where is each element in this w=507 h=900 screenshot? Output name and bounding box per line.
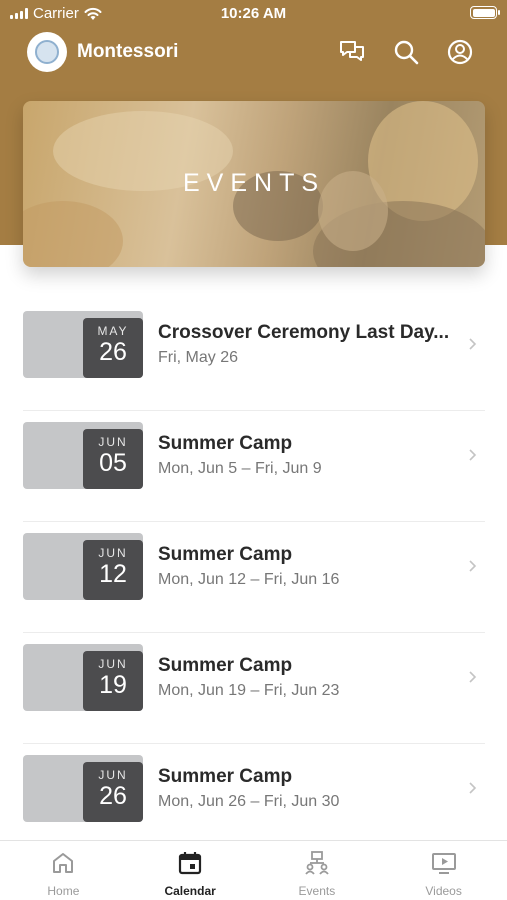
event-date: Mon, Jun 19 – Fri, Jun 23 (158, 682, 340, 699)
date-month: JUN (98, 546, 128, 560)
date-badge: JUN 19 (83, 651, 143, 711)
banner-title: EVENTS (182, 169, 326, 197)
tab-label: Events (298, 884, 336, 898)
date-badge: JUN 05 (83, 429, 143, 489)
chevron-right-icon (469, 782, 477, 794)
tab-videos[interactable]: Videos (380, 841, 507, 900)
tab-calendar[interactable]: Calendar (127, 841, 254, 900)
status-bar: Carrier 10:26 AM (0, 0, 507, 30)
tab-events[interactable]: Events (254, 841, 381, 900)
event-item[interactable]: JUN 12 Summer Camp Mon, Jun 12 – Fri, Ju… (23, 522, 485, 633)
tab-bar: Home Calendar Events Videos (0, 840, 507, 900)
calendar-icon (179, 852, 202, 875)
date-month: MAY (97, 324, 129, 338)
event-item[interactable]: MAY 26 Crossover Ceremony Last Day... Fr… (23, 300, 485, 411)
event-title: Summer Camp (158, 655, 293, 676)
event-thumbnail: JUN 19 (23, 644, 143, 711)
tab-home[interactable]: Home (0, 841, 127, 900)
event-title: Summer Camp (158, 433, 293, 454)
tab-label: Calendar (164, 884, 216, 898)
event-date: Mon, Jun 12 – Fri, Jun 16 (158, 571, 340, 588)
event-thumbnail: JUN 05 (23, 422, 143, 489)
date-day: 19 (99, 671, 127, 699)
school-logo[interactable] (27, 32, 67, 72)
date-badge: JUN 26 (83, 762, 143, 822)
videos-icon (431, 853, 456, 874)
event-title: Summer Camp (158, 766, 293, 787)
date-month: JUN (98, 435, 128, 449)
chevron-right-icon (469, 449, 477, 461)
app-title: Montessori (77, 41, 179, 62)
event-title: Summer Camp (158, 544, 293, 565)
date-badge: JUN 12 (83, 540, 143, 600)
tab-label: Videos (425, 884, 462, 898)
date-day: 12 (99, 560, 127, 588)
date-month: JUN (98, 768, 128, 782)
event-item[interactable]: JUN 19 Summer Camp Mon, Jun 19 – Fri, Ju… (23, 633, 485, 744)
event-item[interactable]: JUN 26 Summer Camp Mon, Jun 26 – Fri, Ju… (23, 744, 485, 855)
event-list: MAY 26 Crossover Ceremony Last Day... Fr… (23, 300, 485, 855)
events-icon (305, 851, 329, 875)
chat-icon[interactable] (338, 38, 366, 66)
event-title: Crossover Ceremony Last Day... (158, 322, 450, 343)
chevron-right-icon (469, 338, 477, 350)
event-date: Mon, Jun 26 – Fri, Jun 30 (158, 793, 340, 810)
app-bar: Montessori (0, 30, 507, 76)
event-thumbnail: JUN 12 (23, 533, 143, 600)
event-date: Fri, May 26 (158, 349, 239, 366)
tab-label: Home (47, 884, 80, 898)
search-icon[interactable] (392, 38, 420, 66)
date-month: JUN (98, 657, 128, 671)
event-item[interactable]: JUN 05 Summer Camp Mon, Jun 5 – Fri, Jun… (23, 411, 485, 522)
event-thumbnail: JUN 26 (23, 755, 143, 822)
date-badge: MAY 26 (83, 318, 143, 378)
battery-icon (470, 6, 500, 19)
chevron-right-icon (469, 560, 477, 572)
events-banner: EVENTS (23, 101, 485, 267)
event-thumbnail: MAY 26 (23, 311, 143, 378)
event-date: Mon, Jun 5 – Fri, Jun 9 (158, 460, 322, 477)
account-icon[interactable] (446, 38, 474, 66)
date-day: 05 (99, 449, 127, 477)
status-time: 10:26 AM (220, 5, 287, 22)
chevron-right-icon (469, 671, 477, 683)
date-day: 26 (99, 782, 127, 810)
home-icon (53, 853, 74, 873)
date-day: 26 (99, 338, 127, 366)
